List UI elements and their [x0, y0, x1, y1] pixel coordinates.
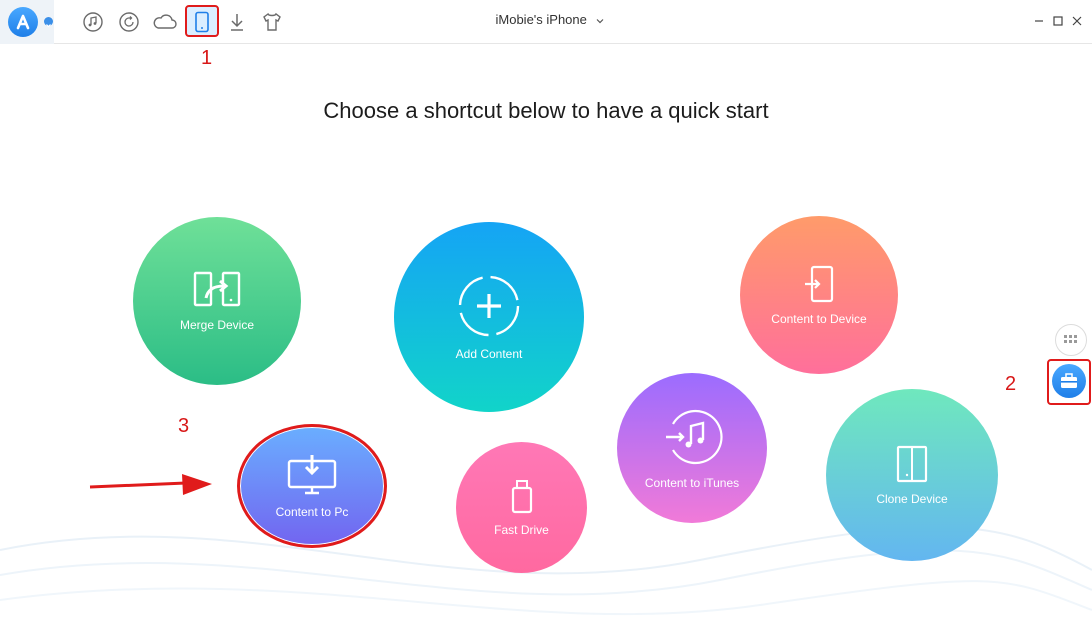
annotation-number-1: 1 [201, 47, 213, 69]
device-selector[interactable]: iMobie's iPhone [440, 12, 660, 27]
content-to-itunes-icon [666, 409, 723, 465]
shirt-icon[interactable] [259, 9, 285, 35]
clone-device-button[interactable]: Clone Device [826, 389, 998, 561]
toolbox-icon [1061, 373, 1077, 388]
anytrans-logo-icon[interactable] [8, 7, 38, 37]
content-to-pc-icon [287, 455, 337, 495]
content-to-itunes-label: Content to iTunes [644, 476, 740, 490]
close-icon[interactable] [1068, 12, 1086, 30]
top-toolbar: iMobie's iPhone [0, 0, 1092, 44]
toolkit-button[interactable] [1052, 364, 1086, 398]
app-window: iMobie's iPhone 1 Choose a shortcut belo… [0, 0, 1092, 630]
page-title: Choose a shortcut below to have a quick … [323, 98, 769, 123]
annotation-arrow-icon [89, 474, 212, 495]
usb-drive-icon [511, 479, 532, 513]
app-logo-area[interactable] [0, 0, 54, 44]
annotation-number-2: 2 [1005, 373, 1017, 395]
device-title: iMobie's iPhone [495, 12, 587, 27]
grid-view-button[interactable] [1055, 324, 1087, 356]
merge-device-button[interactable]: Merge Device [133, 217, 301, 385]
content-to-pc-label: Content to Pc [275, 505, 349, 519]
content-to-device-label: Content to Device [771, 312, 867, 326]
content-to-pc-button[interactable]: Content to Pc [237, 424, 387, 548]
restore-icon[interactable] [116, 9, 142, 35]
music-icon[interactable] [80, 9, 106, 35]
fast-drive-label: Fast Drive [494, 522, 549, 537]
add-content-label: Add Content [455, 347, 523, 361]
grid-icon [1064, 335, 1077, 343]
download-icon[interactable] [224, 9, 250, 35]
merge-device-label: Merge Device [179, 318, 255, 332]
annotation-number-3: 3 [178, 415, 190, 437]
device-icon[interactable] [189, 9, 215, 35]
content-to-device-button[interactable]: Content to Device [740, 216, 898, 374]
clone-device-icon [896, 445, 928, 483]
content-to-device-icon [805, 265, 834, 303]
content-to-itunes-button[interactable]: Content to iTunes [617, 373, 767, 523]
add-content-button[interactable]: Add Content [394, 222, 584, 412]
maximize-icon[interactable] [1049, 12, 1067, 30]
merge-device-icon [193, 271, 241, 307]
add-content-icon [458, 275, 520, 337]
clone-device-label: Clone Device [876, 492, 948, 506]
chevron-down-icon [596, 18, 603, 23]
fast-drive-button[interactable]: Fast Drive [456, 442, 587, 573]
minimize-icon[interactable] [1030, 12, 1048, 30]
cloud-icon[interactable] [151, 9, 179, 35]
chevron-down-icon[interactable] [44, 17, 53, 28]
